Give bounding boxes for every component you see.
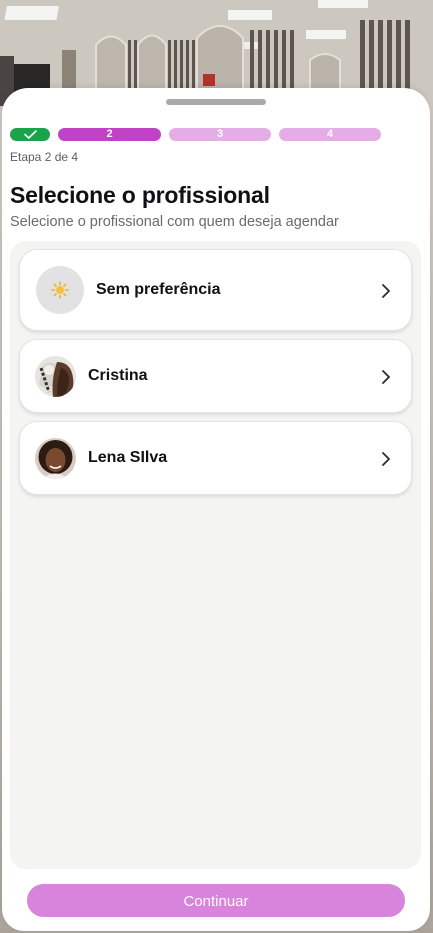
chevron-right-icon: [382, 370, 390, 384]
cristina-avatar: [35, 356, 76, 397]
sheet-drag-handle[interactable]: [166, 99, 266, 105]
continue-button[interactable]: Continuar: [27, 884, 405, 917]
professional-item-cristina[interactable]: Cristina: [19, 339, 412, 413]
step-1-done: [10, 128, 50, 141]
lena-avatar: [35, 438, 76, 479]
page-title: Selecione o profissional: [10, 182, 270, 208]
step-caption: Etapa 2 de 4: [10, 150, 79, 164]
bottom-sheet: 2 3 4 Etapa 2 de 4 Selecione o profissio…: [2, 88, 430, 931]
professional-item-lena[interactable]: Lena SIlva: [19, 421, 412, 495]
page-subtitle: Selecione o profissional com quem deseja…: [10, 214, 339, 230]
professional-name: Lena SIlva: [88, 449, 168, 466]
professional-name: Cristina: [88, 367, 148, 384]
professional-item-no-preference[interactable]: Sem preferência: [19, 249, 412, 331]
step-2-current: 2: [58, 128, 161, 141]
chevron-right-icon: [382, 452, 390, 466]
professional-name: Sem preferência: [96, 281, 221, 298]
sparkle-icon: [36, 266, 84, 314]
step-4-upcoming: 4: [279, 128, 381, 141]
chevron-right-icon: [382, 284, 390, 298]
check-icon: [24, 130, 37, 139]
step-3-upcoming: 3: [169, 128, 271, 141]
professional-list: Sem preferência Cristina Lena SIlva: [10, 241, 421, 869]
